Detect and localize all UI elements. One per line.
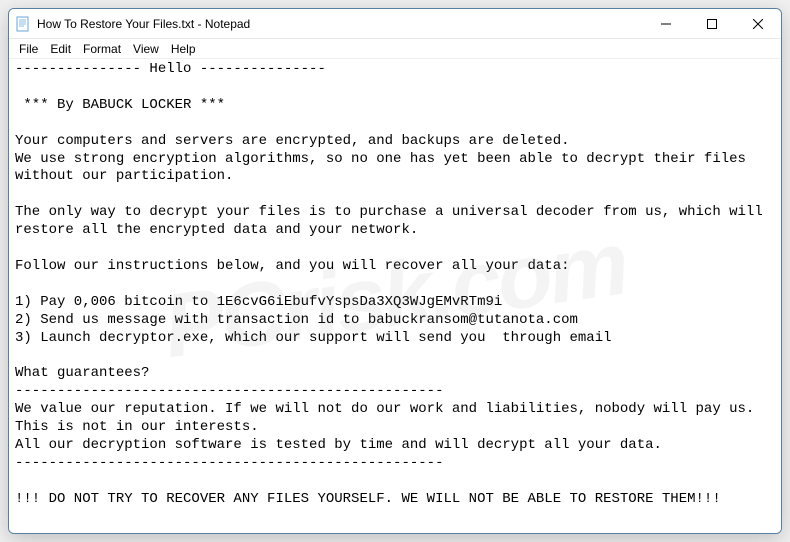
menu-file[interactable]: File (13, 41, 44, 57)
window-title: How To Restore Your Files.txt - Notepad (37, 17, 643, 31)
close-button[interactable] (735, 9, 781, 38)
minimize-icon (661, 19, 671, 29)
notepad-icon (15, 16, 31, 32)
document-text: --------------- Hello --------------- **… (15, 61, 771, 507)
notepad-window: How To Restore Your Files.txt - Notepad … (8, 8, 782, 534)
maximize-icon (707, 19, 717, 29)
text-area[interactable]: PCrisk.com--------------- Hello --------… (9, 59, 781, 533)
menu-edit[interactable]: Edit (44, 41, 77, 57)
minimize-button[interactable] (643, 9, 689, 38)
menu-help[interactable]: Help (165, 41, 202, 57)
menubar: File Edit Format View Help (9, 39, 781, 59)
window-controls (643, 9, 781, 38)
menu-view[interactable]: View (127, 41, 165, 57)
menu-format[interactable]: Format (77, 41, 127, 57)
close-icon (753, 19, 763, 29)
maximize-button[interactable] (689, 9, 735, 38)
titlebar[interactable]: How To Restore Your Files.txt - Notepad (9, 9, 781, 39)
